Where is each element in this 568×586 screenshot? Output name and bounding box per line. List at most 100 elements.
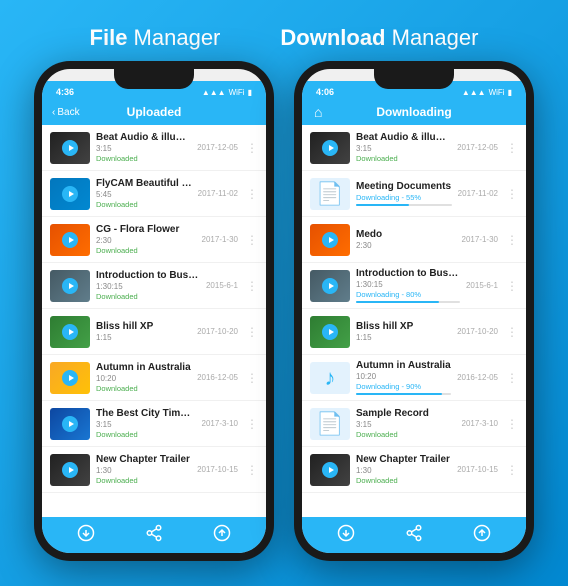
file-date: 2017-11-02 [458, 189, 498, 198]
wifi-icon: WiFi [229, 88, 245, 97]
tab-download-icon[interactable] [77, 524, 95, 547]
time-left: 4:36 [56, 87, 74, 97]
tab-share-icon[interactable] [145, 524, 163, 547]
file-list-left: Beat Audio & illumination 3:15 Downloade… [42, 125, 266, 517]
file-name: FlyCAM Beautiful Lake [96, 178, 192, 189]
time-right: 4:06 [316, 87, 334, 97]
list-item[interactable]: Beat Audio & illumination 3:15 Downloade… [302, 125, 526, 171]
file-info-4: Introduction to Business 101 1:30:15 Dow… [96, 270, 200, 301]
back-button-left[interactable]: ‹ Back [52, 107, 80, 118]
more-icon[interactable]: ⋮ [244, 141, 258, 155]
file-date: 2017-1-30 [202, 235, 238, 244]
tab-share-icon[interactable] [405, 524, 423, 547]
file-duration: 1:15 [96, 333, 191, 342]
tab-upload-icon[interactable] [213, 524, 231, 547]
file-date: 2016-12-05 [457, 373, 498, 382]
status-icons-left: ▲▲▲ WiFi ▮ [202, 88, 252, 97]
file-date: 2017-1-30 [462, 235, 498, 244]
file-info-2: FlyCAM Beautiful Lake 5:45 Downloaded [96, 178, 192, 209]
left-header-title: File Manager [90, 25, 221, 51]
more-icon[interactable]: ⋮ [504, 325, 518, 339]
file-name: Autumn in Australia [356, 360, 451, 371]
thumb-2 [50, 178, 90, 210]
more-icon[interactable]: ⋮ [504, 187, 518, 201]
thumb-4 [50, 270, 90, 302]
file-duration: 3:15 [356, 420, 456, 429]
tab-upload-icon[interactable] [473, 524, 491, 547]
tab-download-icon[interactable] [337, 524, 355, 547]
file-status: Downloaded [356, 476, 451, 485]
play-icon [62, 416, 78, 432]
file-name: Meeting Documents [356, 181, 452, 192]
list-item[interactable]: Autumn in Australia 10:20 Downloaded 201… [42, 355, 266, 401]
more-icon[interactable]: ⋮ [504, 417, 518, 431]
thumb-r5 [310, 316, 350, 348]
play-icon [322, 462, 338, 478]
more-icon[interactable]: ⋮ [504, 279, 518, 293]
progress-bar-container [356, 393, 451, 395]
file-info-r2: Meeting Documents Downloading - 55% [356, 181, 452, 206]
file-status: Downloaded [96, 476, 191, 485]
file-status: Downloaded [96, 246, 196, 255]
phones-row: 4:36 ▲▲▲ WiFi ▮ ‹ Back Uploaded [34, 61, 534, 561]
file-name: Beat Audio & illumination [356, 132, 451, 143]
more-icon[interactable]: ⋮ [504, 463, 518, 477]
more-icon[interactable]: ⋮ [244, 279, 258, 293]
file-info-r6: Autumn in Australia 10:20 Downloading - … [356, 360, 451, 395]
thumb-r8 [310, 454, 350, 486]
more-icon[interactable]: ⋮ [504, 141, 518, 155]
play-icon [322, 232, 338, 248]
notch-right [374, 69, 454, 89]
file-date: 2017-10-20 [457, 327, 498, 336]
list-item[interactable]: ♪ Autumn in Australia 10:20 Downloading … [302, 355, 526, 401]
list-item[interactable]: 📄 Sample Record 3:15 Downloaded 2017-3-1… [302, 401, 526, 447]
file-duration: 1:30 [96, 466, 191, 475]
file-date: 2017-3-10 [462, 419, 498, 428]
list-item[interactable]: FlyCAM Beautiful Lake 5:45 Downloaded 20… [42, 171, 266, 217]
file-duration: 10:20 [356, 372, 451, 381]
file-duration: 3:15 [96, 144, 191, 153]
list-item[interactable]: 📄 Meeting Documents Downloading - 55% 20… [302, 171, 526, 217]
file-date: 2015-6-1 [466, 281, 498, 290]
home-icon[interactable]: ⌂ [314, 104, 322, 120]
file-name: Introduction to Business 101 [356, 268, 460, 279]
list-item[interactable]: Medo 2:30 2017-1-30 ⋮ [302, 217, 526, 263]
file-info-1: Beat Audio & illumination 3:15 Downloade… [96, 132, 191, 163]
more-icon[interactable]: ⋮ [244, 417, 258, 431]
file-info-r1: Beat Audio & illumination 3:15 Downloade… [356, 132, 451, 163]
file-status: Downloaded [96, 430, 196, 439]
list-item[interactable]: Introduction to Business 101 1:30:15 Dow… [42, 263, 266, 309]
thumb-5 [50, 316, 90, 348]
file-name: Bliss hill XP [96, 321, 191, 332]
more-icon[interactable]: ⋮ [244, 325, 258, 339]
music-icon: ♪ [325, 365, 336, 391]
list-item[interactable]: New Chapter Trailer 1:30 Downloaded 2017… [302, 447, 526, 493]
left-phone-screen: 4:36 ▲▲▲ WiFi ▮ ‹ Back Uploaded [42, 69, 266, 553]
signal-icon: ▲▲▲ [202, 88, 226, 97]
thumb-r4 [310, 270, 350, 302]
play-icon [322, 278, 338, 294]
list-item[interactable]: CG - Flora Flower 2:30 Downloaded 2017-1… [42, 217, 266, 263]
list-item[interactable]: Bliss hill XP 1:15 2017-10-20 ⋮ [42, 309, 266, 355]
more-icon[interactable]: ⋮ [504, 233, 518, 247]
more-icon[interactable]: ⋮ [504, 371, 518, 385]
list-item[interactable]: Bliss hill XP 1:15 2017-10-20 ⋮ [302, 309, 526, 355]
signal-icon: ▲▲▲ [462, 88, 486, 97]
file-info-6: Autumn in Australia 10:20 Downloaded [96, 362, 191, 393]
list-item[interactable]: The Best City Timelapse 3:15 Downloaded … [42, 401, 266, 447]
list-item[interactable]: New Chapter Trailer 1:30 Downloaded 2017… [42, 447, 266, 493]
progress-bar [356, 301, 439, 303]
thumb-3 [50, 224, 90, 256]
list-item[interactable]: Beat Audio & illumination 3:15 Downloade… [42, 125, 266, 171]
file-date: 2017-12-05 [197, 143, 238, 152]
more-icon[interactable]: ⋮ [244, 233, 258, 247]
more-icon[interactable]: ⋮ [244, 187, 258, 201]
more-icon[interactable]: ⋮ [244, 371, 258, 385]
file-name: Medo [356, 229, 456, 240]
list-item[interactable]: Introduction to Business 101 1:30:15 Dow… [302, 263, 526, 309]
more-icon[interactable]: ⋮ [244, 463, 258, 477]
thumb-r3 [310, 224, 350, 256]
file-date: 2017-10-15 [197, 465, 238, 474]
thumb-r6-music: ♪ [310, 362, 350, 394]
file-name: Bliss hill XP [356, 321, 451, 332]
